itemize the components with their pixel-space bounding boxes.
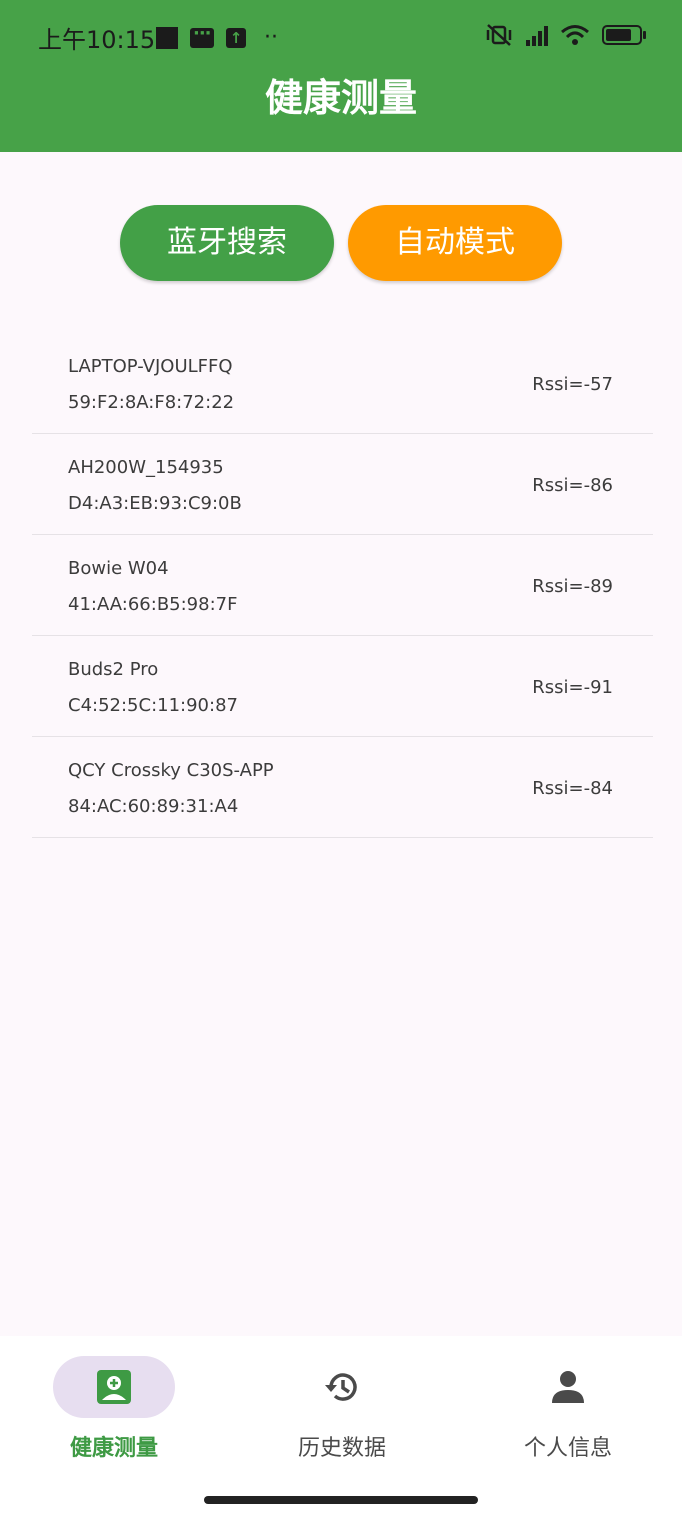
page-title: 健康测量 — [264, 76, 417, 120]
auto-mode-button[interactable]: 自动模式 — [348, 205, 562, 281]
device-rssi: Rssi=-84 — [532, 778, 613, 799]
health-card-icon — [97, 1370, 131, 1404]
device-mac: D4:A3:EB:93:C9:0B — [68, 493, 242, 514]
device-name: Buds2 Pro — [68, 659, 159, 680]
person-icon — [552, 1371, 584, 1403]
device-name: AH200W_154935 — [68, 457, 224, 478]
device-mac: 84:AC:60:89:31:A4 — [68, 796, 239, 817]
more-notifications-icon: ·· — [264, 25, 278, 50]
device-mac: C4:52:5C:11:90:87 — [68, 695, 238, 716]
notification-square-icon — [156, 26, 178, 49]
status-system-icons — [484, 24, 646, 46]
signal-hd-icon — [526, 24, 548, 46]
device-mac: 59:F2:8A:F8:72:22 — [68, 392, 235, 413]
device-list-item[interactable]: Bowie W04 41:AA:66:B5:98:7F Rssi=-89 — [32, 535, 653, 636]
device-rssi: Rssi=-91 — [532, 677, 613, 698]
message-icon — [190, 23, 214, 48]
nav-item-history[interactable]: 历史数据 — [228, 1336, 456, 1486]
bottom-navigation: 健康测量 历史数据 个人信息 — [0, 1336, 682, 1516]
history-icon — [325, 1373, 357, 1401]
battery-icon — [602, 25, 646, 45]
status-notification-icons: ↑ ·· — [156, 23, 278, 50]
device-list: LAPTOP-VJOULFFQ 59:F2:8A:F8:72:22 Rssi=-… — [32, 333, 653, 838]
nav-item-health-measure[interactable]: 健康测量 — [0, 1336, 228, 1486]
nav-label: 个人信息 — [523, 1436, 612, 1461]
device-list-item[interactable]: Buds2 Pro C4:52:5C:11:90:87 Rssi=-91 — [32, 636, 653, 737]
nav-item-personal-info[interactable]: 个人信息 — [454, 1336, 682, 1486]
device-name: Bowie W04 — [68, 558, 169, 579]
app-bar: 健康测量 — [0, 72, 682, 152]
device-rssi: Rssi=-57 — [532, 374, 613, 395]
device-mac: 41:AA:66:B5:98:7F — [68, 594, 238, 615]
device-list-item[interactable]: LAPTOP-VJOULFFQ 59:F2:8A:F8:72:22 Rssi=-… — [32, 333, 653, 434]
upload-icon: ↑ — [226, 27, 246, 48]
status-bar: 上午10:15 ↑ ·· — [0, 0, 682, 72]
wifi-icon — [561, 25, 589, 45]
device-list-item[interactable]: AH200W_154935 D4:A3:EB:93:C9:0B Rssi=-86 — [32, 434, 653, 535]
device-name: LAPTOP-VJOULFFQ — [68, 356, 233, 377]
vibrate-off-icon — [486, 24, 512, 46]
device-rssi: Rssi=-86 — [532, 475, 613, 496]
bluetooth-search-button[interactable]: 蓝牙搜索 — [120, 205, 334, 281]
home-indicator[interactable] — [204, 1496, 478, 1504]
device-name: QCY Crossky C30S-APP — [68, 760, 274, 781]
device-list-item[interactable]: QCY Crossky C30S-APP 84:AC:60:89:31:A4 R… — [32, 737, 653, 838]
nav-label: 健康测量 — [69, 1436, 158, 1461]
status-time: 上午10:15 — [38, 26, 156, 54]
nav-label: 历史数据 — [297, 1436, 386, 1461]
device-rssi: Rssi=-89 — [532, 576, 613, 597]
